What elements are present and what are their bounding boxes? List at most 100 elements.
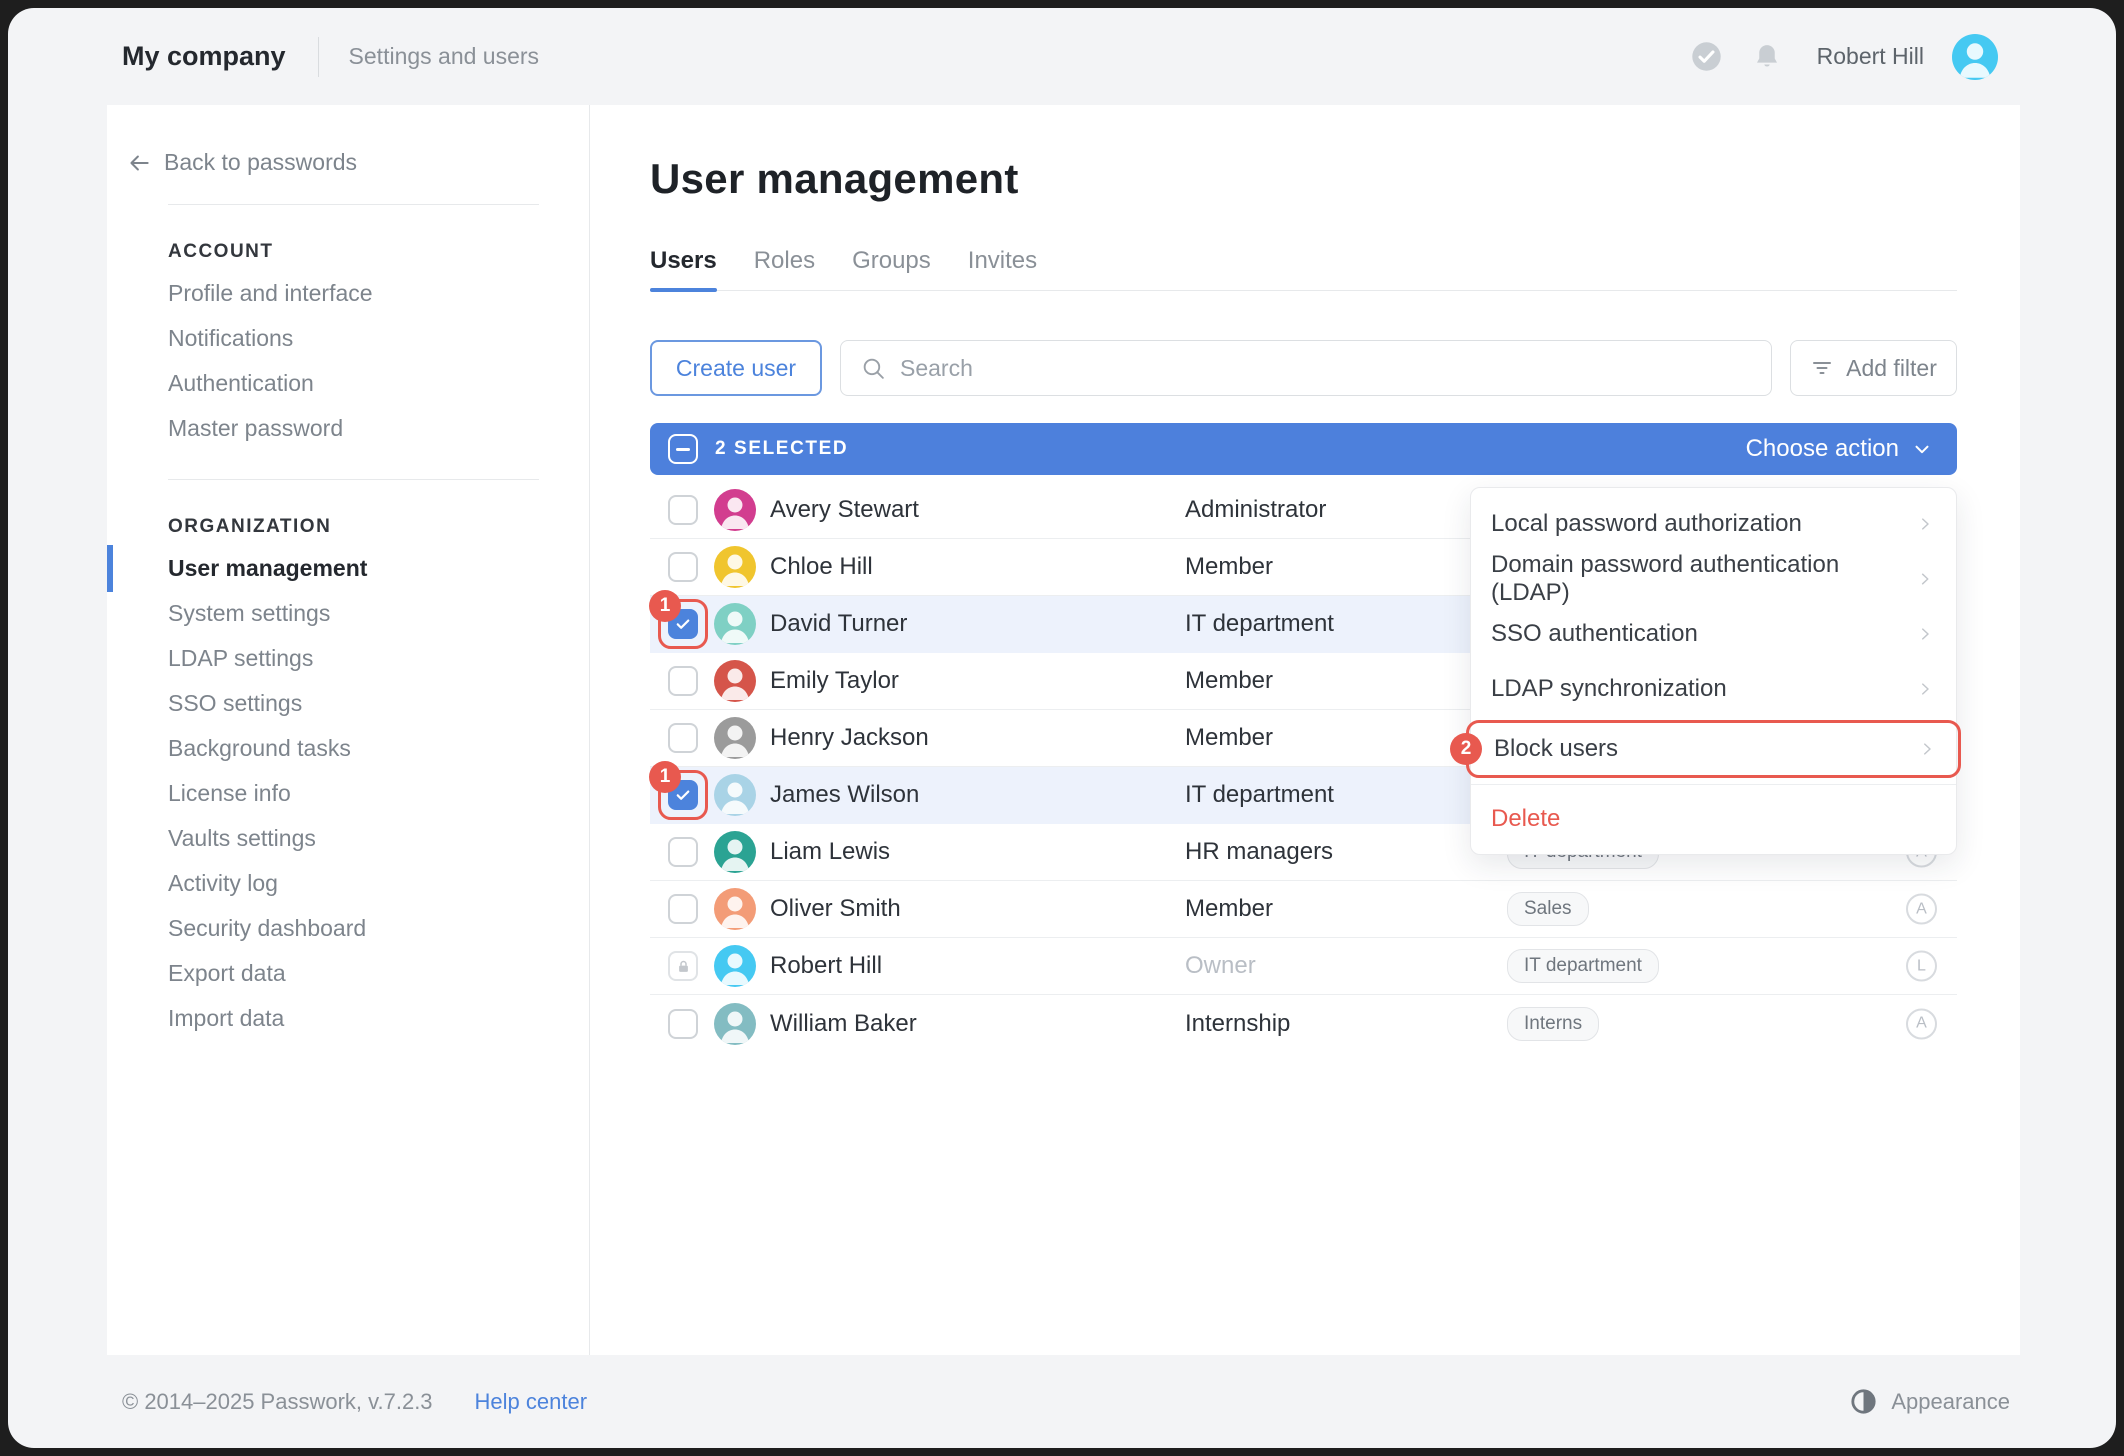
help-center-link[interactable]: Help center — [475, 1389, 588, 1415]
filter-icon — [1810, 356, 1834, 380]
menu-item-delete[interactable]: Delete — [1471, 791, 1956, 846]
tab-users[interactable]: Users — [650, 247, 717, 290]
chevron-right-icon — [1916, 680, 1934, 698]
user-name: Oliver Smith — [770, 895, 901, 923]
sidebar-item-vaults-settings[interactable]: Vaults settings — [107, 816, 589, 861]
main-area: User management Users Roles Groups Invit… — [590, 105, 2020, 1355]
user-role: Member — [1185, 895, 1273, 923]
back-to-passwords-link[interactable]: Back to passwords — [107, 149, 589, 176]
tab-roles[interactable]: Roles — [754, 247, 815, 290]
avatar — [714, 774, 756, 816]
search-input[interactable] — [900, 355, 1751, 382]
back-arrow-icon — [126, 150, 152, 176]
annotation-badge: 1 — [649, 761, 681, 793]
user-role: HR managers — [1185, 838, 1333, 866]
user-role: Member — [1185, 724, 1273, 752]
menu-item-domain-password-authentication[interactable]: Domain password authentication (LDAP) — [1471, 551, 1956, 606]
footer: © 2014–2025 Passwork, v.7.2.3 Help cente… — [8, 1355, 2116, 1448]
sidebar-item-security-dashboard[interactable]: Security dashboard — [107, 906, 589, 951]
chevron-right-icon — [1916, 570, 1934, 588]
user-name: Avery Stewart — [770, 496, 919, 524]
sidebar-item-background-tasks[interactable]: Background tasks — [107, 726, 589, 771]
menu-item-local-password-authorization[interactable]: Local password authorization — [1471, 496, 1956, 551]
topbar-user-name: Robert Hill — [1817, 43, 1924, 70]
table-row[interactable]: Oliver Smith Member Sales A — [650, 881, 1957, 938]
row-checkbox[interactable] — [668, 723, 698, 753]
lock-icon — [676, 959, 691, 974]
sidebar-item-user-management[interactable]: User management — [107, 546, 589, 591]
avatar — [714, 831, 756, 873]
selected-count-label: 2 SELECTED — [715, 438, 848, 460]
user-name: Chloe Hill — [770, 553, 873, 581]
sidebar-heading-organization: ORGANIZATION — [107, 516, 589, 538]
sidebar-item-authentication[interactable]: Authentication — [107, 361, 589, 406]
appearance-button[interactable]: Appearance — [1850, 1388, 2010, 1415]
avatar — [714, 546, 756, 588]
bell-icon[interactable] — [1751, 41, 1783, 73]
user-name: Robert Hill — [770, 952, 882, 980]
sidebar-item-notifications[interactable]: Notifications — [107, 316, 589, 361]
table-row[interactable]: Robert Hill Owner IT department L — [650, 938, 1957, 995]
tab-invites[interactable]: Invites — [968, 247, 1037, 290]
create-user-button[interactable]: Create user — [650, 340, 822, 396]
search-box[interactable] — [840, 340, 1772, 396]
annotation-outline: Block users 2 — [1466, 720, 1961, 778]
avatar — [714, 660, 756, 702]
row-checkbox[interactable] — [668, 666, 698, 696]
auth-type-badge: L — [1906, 951, 1937, 982]
choose-action-menu: Local password authorization Domain pass… — [1470, 487, 1957, 855]
select-all-checkbox-indeterminate[interactable] — [668, 434, 698, 464]
sidebar-divider — [168, 204, 539, 205]
choose-action-button[interactable]: Choose action — [1746, 435, 1933, 463]
sidebar-item-activity-log[interactable]: Activity log — [107, 861, 589, 906]
top-bar: My company Settings and users Robert Hil… — [8, 8, 2116, 105]
avatar — [714, 1003, 756, 1045]
row-checkbox[interactable] — [668, 837, 698, 867]
menu-item-label: Local password authorization — [1491, 510, 1802, 538]
appearance-contrast-icon — [1850, 1388, 1877, 1415]
user-name: William Baker — [770, 1010, 917, 1038]
sidebar-item-export-data[interactable]: Export data — [107, 951, 589, 996]
avatar — [714, 603, 756, 645]
tab-bar: Users Roles Groups Invites — [650, 247, 1957, 291]
company-name: My company — [122, 41, 286, 72]
row-checkbox[interactable] — [668, 1009, 698, 1039]
menu-item-block-users[interactable]: Block users — [1469, 723, 1958, 775]
check-circle-icon[interactable] — [1691, 41, 1723, 73]
user-role: IT department — [1185, 781, 1334, 809]
sidebar-item-license-info[interactable]: License info — [107, 771, 589, 816]
sidebar-item-ldap-settings[interactable]: LDAP settings — [107, 636, 589, 681]
sidebar-item-import-data[interactable]: Import data — [107, 996, 589, 1041]
add-filter-label: Add filter — [1846, 355, 1937, 382]
menu-item-ldap-synchronization[interactable]: LDAP synchronization — [1471, 661, 1956, 716]
page-title: User management — [650, 155, 1957, 203]
avatar — [714, 717, 756, 759]
appearance-label: Appearance — [1891, 1389, 2010, 1415]
toolbar: Create user Add filter — [650, 340, 1957, 396]
row-checkbox[interactable] — [668, 552, 698, 582]
row-checkbox[interactable] — [668, 495, 698, 525]
avatar — [714, 888, 756, 930]
row-checkbox[interactable] — [668, 894, 698, 924]
copyright-text: © 2014–2025 Passwork, v.7.2.3 — [122, 1389, 433, 1415]
menu-item-label: LDAP synchronization — [1491, 675, 1727, 703]
topbar-avatar[interactable] — [1952, 34, 1998, 80]
menu-item-label: Block users — [1494, 735, 1618, 763]
app-window: My company Settings and users Robert Hil… — [8, 8, 2116, 1448]
menu-item-label: Delete — [1491, 805, 1560, 833]
menu-item-sso-authentication[interactable]: SSO authentication — [1471, 606, 1956, 661]
add-filter-button[interactable]: Add filter — [1790, 340, 1957, 396]
group-tag: Interns — [1507, 1007, 1599, 1041]
chevron-down-icon — [1911, 438, 1933, 460]
topbar-section-title: Settings and users — [349, 43, 540, 70]
group-tag: Sales — [1507, 892, 1589, 926]
annotation-badge: 2 — [1450, 733, 1482, 765]
sidebar-item-system-settings[interactable]: System settings — [107, 591, 589, 636]
sidebar-item-profile-and-interface[interactable]: Profile and interface — [107, 271, 589, 316]
minus-icon — [676, 448, 690, 451]
check-icon — [674, 786, 692, 804]
sidebar-item-sso-settings[interactable]: SSO settings — [107, 681, 589, 726]
sidebar-item-master-password[interactable]: Master password — [107, 406, 589, 451]
table-row[interactable]: William Baker Internship Interns A — [650, 995, 1957, 1052]
tab-groups[interactable]: Groups — [852, 247, 931, 290]
